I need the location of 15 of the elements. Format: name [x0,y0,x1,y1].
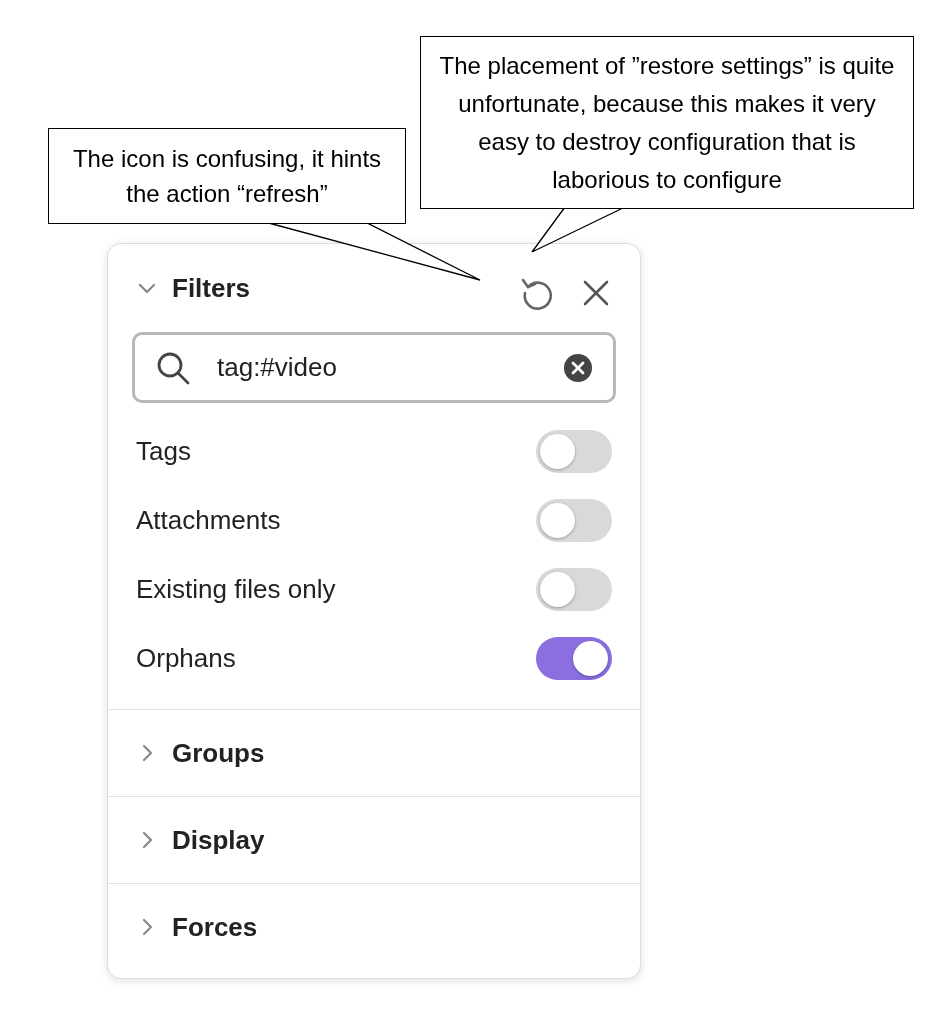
section-title[interactable]: Forces [172,907,258,947]
toggle-label: Existing files only [136,573,336,606]
toggle-switch[interactable] [536,637,612,680]
toggle-label: Attachments [136,504,281,537]
section-title[interactable]: Filters [172,268,251,308]
toggle-switch[interactable] [536,499,612,542]
search-field[interactable]: tag:#video [132,332,616,403]
toggle-label: Tags [136,435,191,468]
toggle-switch[interactable] [536,568,612,611]
section-title[interactable]: Display [172,820,265,860]
close-icon[interactable] [582,279,610,307]
clear-icon[interactable] [563,352,593,383]
section-title[interactable]: Groups [172,733,265,773]
toggle-switch[interactable] [536,430,612,473]
toggle-label: Orphans [136,642,236,675]
